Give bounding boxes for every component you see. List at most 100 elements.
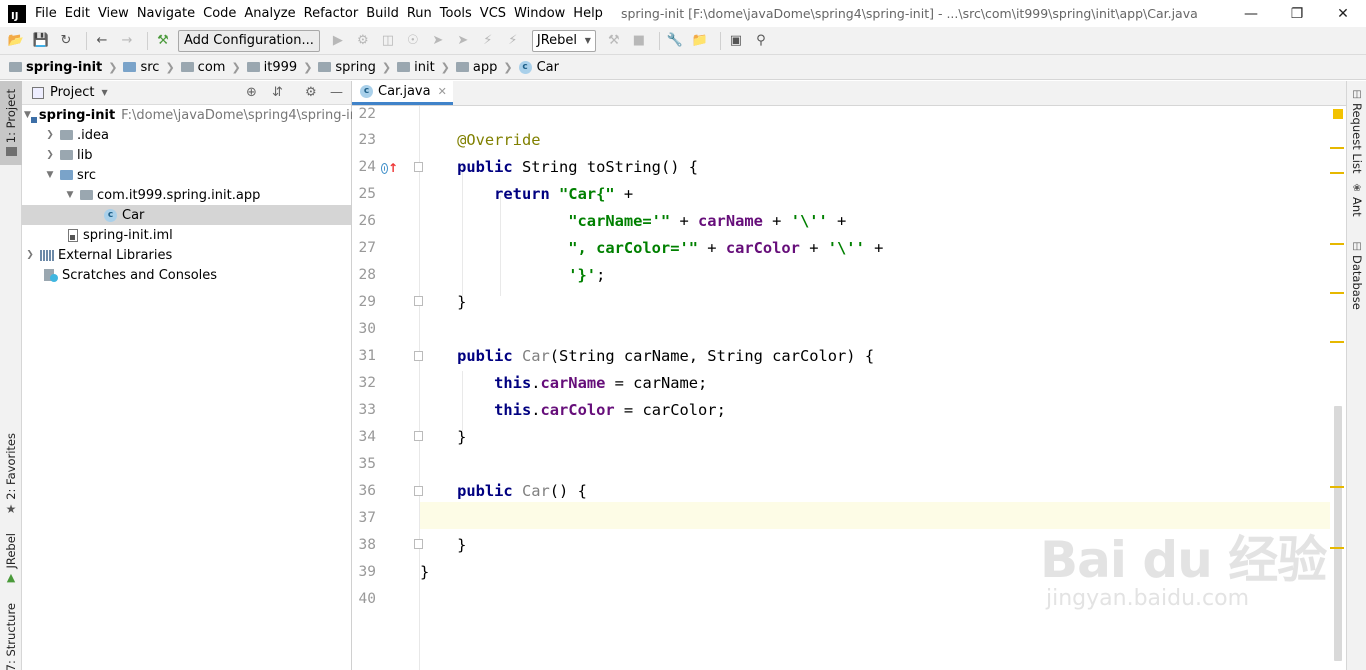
tree-item-external-libraries[interactable]: ❯ External Libraries <box>22 245 351 265</box>
line-number: 25 <box>358 186 376 202</box>
menu-code[interactable]: Code <box>203 6 242 21</box>
tree-item-car[interactable]: c Car <box>22 205 351 225</box>
close-icon[interactable]: ✕ <box>438 85 447 98</box>
line-number: 26 <box>358 213 376 229</box>
tool-tab-request-list[interactable]: ◫ Request List <box>1347 89 1366 173</box>
open-folder-icon[interactable]: 📂 <box>6 31 26 51</box>
error-stripe-marker[interactable] <box>1330 147 1344 149</box>
maximize-button[interactable]: ❐ <box>1274 0 1320 27</box>
error-stripe-marker[interactable] <box>1330 172 1344 174</box>
package-icon <box>80 190 93 200</box>
error-stripe-marker[interactable] <box>1330 547 1344 549</box>
tool-tab-jrebel[interactable]: JRebel ▲ <box>0 533 22 584</box>
breadcrumb-label: src <box>140 59 160 75</box>
breadcrumb-app[interactable]: app <box>455 60 497 75</box>
breadcrumb-it999[interactable]: it999 <box>246 60 297 75</box>
override-method-icon[interactable]: ↑ <box>382 161 398 175</box>
jrebel-attach-icon[interactable]: ⚡ <box>478 31 498 51</box>
expanded-arrow-icon[interactable]: ▼ <box>64 190 76 200</box>
collapsed-arrow-icon[interactable]: ❯ <box>24 250 36 260</box>
menu-navigate[interactable]: Navigate <box>137 6 201 21</box>
tool-tab-favorites[interactable]: 2: Favorites ★ <box>0 433 22 516</box>
error-stripe-marker[interactable] <box>1330 292 1344 294</box>
menu-tools[interactable]: Tools <box>440 6 478 21</box>
menu-refactor[interactable]: Refactor <box>304 6 365 21</box>
breadcrumb-init[interactable]: init <box>397 60 435 75</box>
menu-edit[interactable]: Edit <box>65 6 96 21</box>
vertical-scrollbar[interactable] <box>1330 106 1346 670</box>
inspection-status-icon[interactable] <box>1333 109 1343 119</box>
tree-item-module[interactable]: ▼ spring-init F:\dome\javaDome\spring4\s… <box>22 105 358 125</box>
tool-tab-database[interactable]: ◫ Database <box>1347 241 1366 310</box>
code-line-29: } <box>420 293 467 311</box>
jrebel-hammer-icon[interactable]: ⚒ <box>604 31 624 51</box>
stop-icon[interactable]: ■ <box>629 31 649 51</box>
profile-icon[interactable]: ☉ <box>403 31 423 51</box>
code-line-34: } <box>420 428 467 446</box>
expanded-arrow-icon[interactable]: ▼ <box>24 110 31 120</box>
line-number: 24 <box>358 159 376 175</box>
collapsed-arrow-icon[interactable]: ❯ <box>44 150 56 160</box>
iml-file-icon <box>68 228 78 242</box>
search-icon[interactable]: ⚲ <box>751 31 771 51</box>
jrebel-debug-icon[interactable]: ➤ <box>453 31 473 51</box>
tool-tab-favorites-label: 2: Favorites <box>4 433 18 500</box>
expanded-arrow-icon[interactable]: ▼ <box>44 170 56 180</box>
error-stripe-marker[interactable] <box>1330 243 1344 245</box>
jrebel-select[interactable]: JRebel ▼ <box>531 29 596 52</box>
jrebel-run-icon[interactable]: ➤ <box>428 31 448 51</box>
collapsed-arrow-icon[interactable]: ❯ <box>44 130 56 140</box>
tree-item-src[interactable]: ▼ src <box>22 165 351 185</box>
project-structure-icon[interactable]: 📁 <box>690 31 710 51</box>
breadcrumb-car[interactable]: c Car <box>518 59 559 75</box>
tool-tab-project[interactable]: 1: Project <box>0 81 22 165</box>
menu-view[interactable]: View <box>98 6 135 21</box>
minimize-button[interactable]: — <box>1228 0 1274 27</box>
breadcrumb-spring[interactable]: spring <box>318 60 376 75</box>
build-hammer-icon[interactable]: ⚒ <box>153 31 173 51</box>
breadcrumb-label: Car <box>536 59 559 75</box>
collapse-all-icon[interactable]: ⇵ <box>272 85 283 100</box>
wrench-settings-icon[interactable]: 🔧 <box>665 31 685 51</box>
breadcrumb-module[interactable]: spring-init <box>9 60 102 75</box>
chevron-down-icon[interactable]: ▼ <box>101 88 107 97</box>
line-number: 22 <box>358 106 376 122</box>
back-arrow-icon[interactable]: ← <box>92 31 112 51</box>
close-window-button[interactable]: ✕ <box>1320 0 1366 27</box>
add-configuration-button[interactable]: Add Configuration... <box>178 29 320 52</box>
tree-item-package[interactable]: ▼ com.it999.spring.init.app <box>22 185 351 205</box>
error-stripe-marker[interactable] <box>1330 341 1344 343</box>
menu-window[interactable]: Window <box>514 6 571 21</box>
menu-help[interactable]: Help <box>573 6 609 21</box>
tree-item-iml[interactable]: spring-init.iml <box>22 225 351 245</box>
breadcrumb-com[interactable]: com <box>180 60 225 75</box>
menu-run[interactable]: Run <box>407 6 438 21</box>
menu-analyze[interactable]: Analyze <box>244 6 301 21</box>
scrollbar-thumb[interactable] <box>1334 406 1342 661</box>
locate-target-icon[interactable]: ⊕ <box>246 85 257 100</box>
coverage-icon[interactable]: ◫ <box>378 31 398 51</box>
run-icon[interactable]: ▶ <box>328 31 348 51</box>
menu-build[interactable]: Build <box>366 6 405 21</box>
tree-item-scratches[interactable]: Scratches and Consoles <box>22 265 351 285</box>
sync-icon[interactable]: ↻ <box>56 31 76 51</box>
tool-tab-structure[interactable]: 7: Structure <box>0 603 22 670</box>
hide-panel-icon[interactable]: — <box>330 85 343 100</box>
tree-item-lib[interactable]: ❯ lib <box>22 145 351 165</box>
tree-item-idea[interactable]: ❯ .idea <box>22 125 351 145</box>
forward-arrow-icon[interactable]: → <box>117 31 137 51</box>
debug-icon[interactable]: ⚙ <box>353 31 373 51</box>
menu-file[interactable]: File <box>35 6 63 21</box>
code-editor[interactable]: @Override public String toString() { ret… <box>420 106 1346 670</box>
jrebel-update-icon[interactable]: ⚡ <box>503 31 523 51</box>
tool-tab-ant[interactable]: ❀ Ant <box>1347 183 1366 217</box>
gear-icon[interactable]: ⚙ <box>305 85 317 100</box>
code-line-27: ", carColor='" + carColor + '\'' + <box>568 239 884 257</box>
menu-vcs[interactable]: VCS <box>480 6 512 21</box>
breadcrumb-src[interactable]: src <box>123 60 159 75</box>
project-view-select[interactable]: Project <box>50 85 94 100</box>
error-stripe-marker[interactable] <box>1330 486 1344 488</box>
save-icon[interactable]: 💾 <box>31 31 51 51</box>
folder-icon <box>123 62 137 72</box>
terminal-icon[interactable]: ▣ <box>726 31 746 51</box>
